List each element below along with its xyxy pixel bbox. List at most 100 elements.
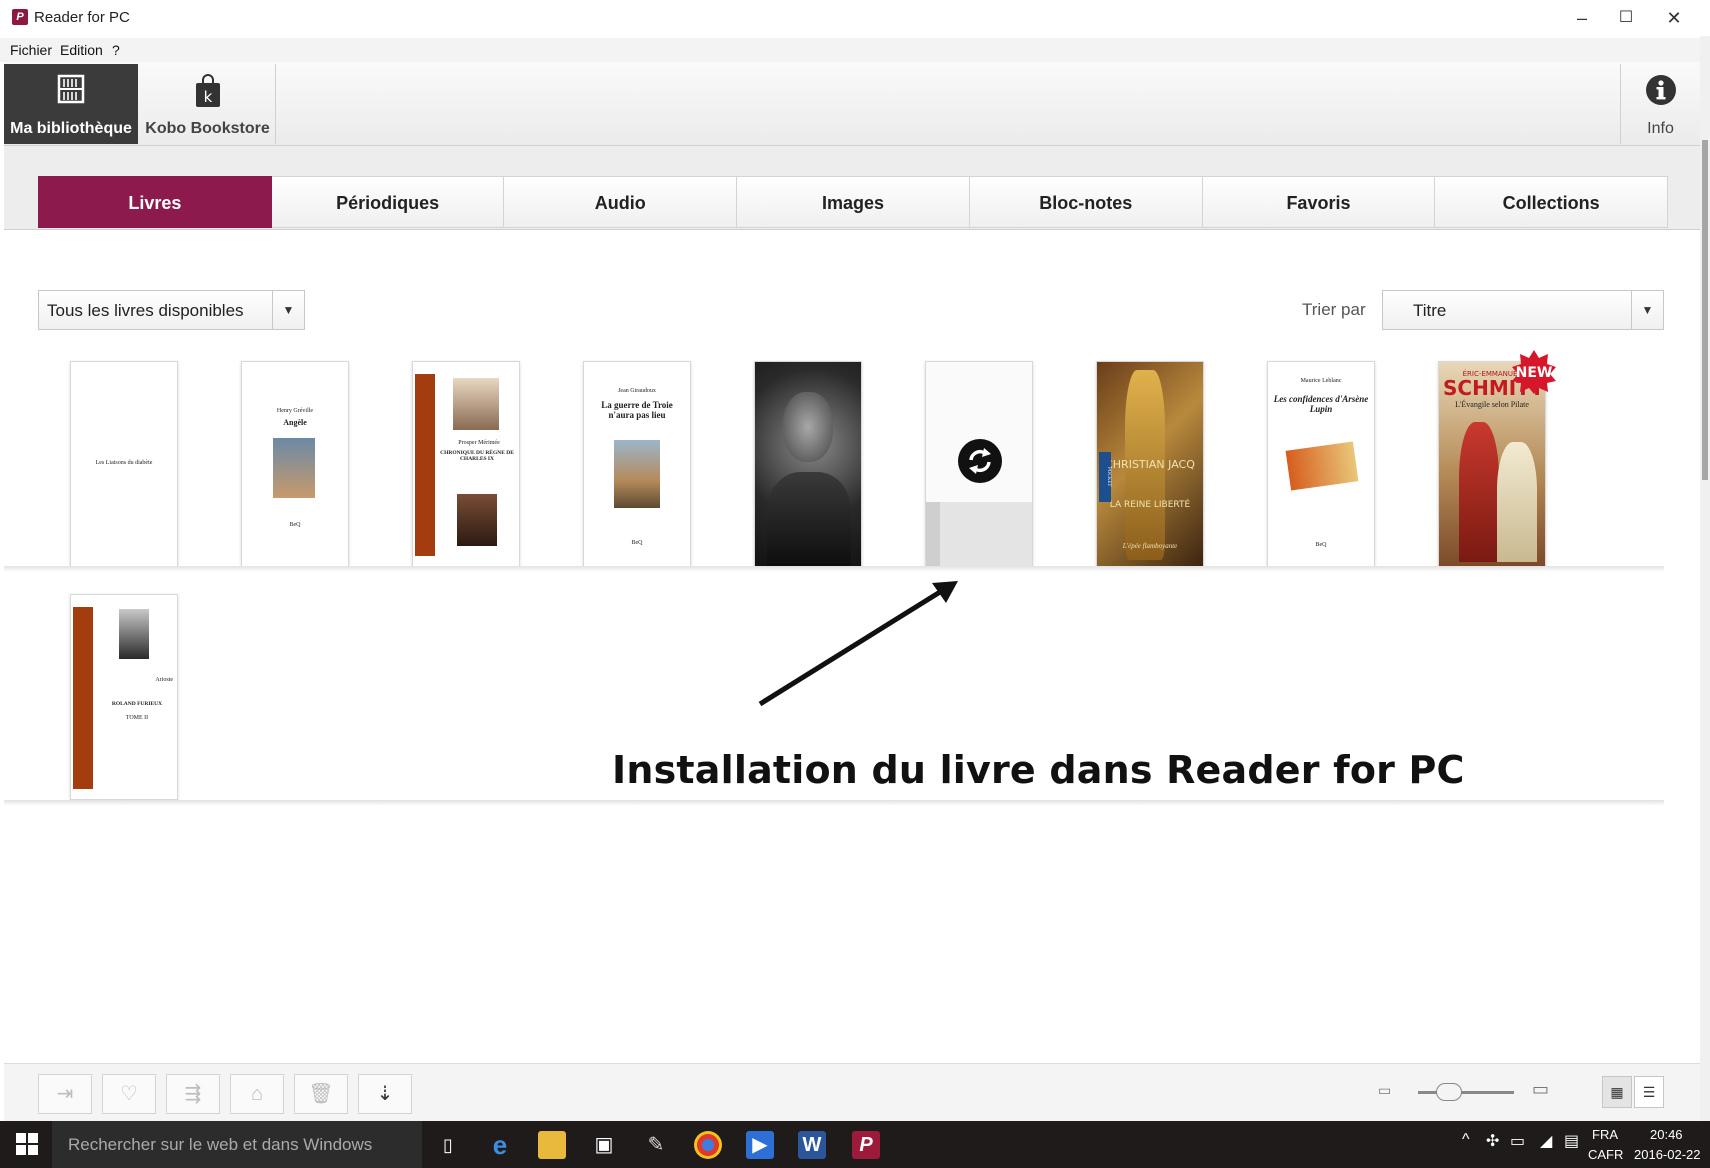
tab-images[interactable]: Images [737, 176, 970, 228]
chrome-icon[interactable] [694, 1131, 722, 1159]
cover-portrait [119, 609, 149, 659]
windows-taskbar: Rechercher sur le web et dans Windows ▯ … [0, 1121, 1710, 1168]
task-view-icon[interactable]: ▯ [434, 1131, 462, 1159]
book-cover[interactable]: CHRISTIAN JACQ LA REINE LIBERTÉ L'épée f… [1096, 361, 1204, 567]
search-placeholder: Rechercher sur le web et dans Windows [68, 1135, 373, 1154]
library-move-icon[interactable]: ⌂ [230, 1074, 284, 1114]
network-icon[interactable]: ✣ [1486, 1131, 1499, 1151]
book-author: Arioste [155, 677, 173, 683]
cover-illustration [614, 440, 660, 508]
favorite-heart-icon[interactable]: ♡ [102, 1074, 156, 1114]
chevron-down-icon[interactable]: ▼ [272, 291, 304, 329]
maximize-button[interactable]: ☐ [1604, 4, 1648, 32]
media-player-icon[interactable]: ▶ [746, 1131, 774, 1159]
menu-fichier[interactable]: Fichier [10, 42, 52, 58]
category-tabs: Livres Périodiques Audio Images Bloc-not… [38, 176, 1669, 228]
book-title: L'Évangile selon Pilate [1455, 400, 1529, 409]
region-code[interactable]: CAFR [1588, 1147, 1623, 1162]
grid-view-icon[interactable]: ▦ [1602, 1076, 1632, 1108]
sort-label: Trier par [1302, 300, 1366, 319]
info-button[interactable]: Info [1620, 64, 1700, 144]
import-icon[interactable]: ⇥ [38, 1074, 92, 1114]
zoom-slider-track[interactable] [1418, 1091, 1514, 1094]
book-publisher: BeQ [631, 540, 643, 546]
info-icon [1645, 75, 1676, 105]
store-letter: k [203, 88, 212, 106]
app-icon[interactable]: ✎ [642, 1131, 670, 1159]
tab-collections[interactable]: Collections [1435, 176, 1669, 228]
clock-date[interactable]: 2016-02-22 [1634, 1147, 1701, 1162]
zoom-large-icon: ▭ [1532, 1079, 1550, 1099]
windows-start-icon[interactable] [16, 1133, 38, 1155]
book-title: LA REINE LIBERTÉ [1109, 500, 1191, 510]
book-spine-label: POCKET [1099, 452, 1111, 502]
cover-spine [415, 374, 435, 556]
menu-edition[interactable]: Edition [60, 42, 103, 58]
taskbar-search-box[interactable]: Rechercher sur le web et dans Windows [52, 1121, 422, 1168]
scrollbar-thumb[interactable] [1702, 140, 1708, 480]
book-subtitle: L'épée flamboyante [1122, 542, 1178, 550]
file-explorer-icon[interactable] [538, 1131, 566, 1159]
book-title: CHRONIQUE DU RÈGNE DE CHARLES IX [440, 450, 514, 462]
list-view-icon[interactable]: ☰ [1634, 1076, 1664, 1108]
book-cover[interactable]: Henry Gréville Angèle BeQ [241, 361, 349, 567]
book-title: Les Liaisons du diabète [95, 460, 153, 466]
clock-time[interactable]: 20:46 [1650, 1127, 1683, 1142]
book-author: Prosper Mérimée [458, 440, 500, 446]
book-cover[interactable]: Les Liaisons du diabète [70, 361, 178, 567]
sort-value: Titre [1413, 301, 1447, 320]
book-title: La guerre de Troie n'aura pas lieu [601, 400, 673, 420]
sort-dropdown[interactable]: Titre ▼ [1382, 290, 1664, 330]
tab-periodiques[interactable]: Périodiques [271, 176, 505, 228]
book-author: CHRISTIAN JACQ [1105, 458, 1195, 471]
book-cover[interactable]: Prosper Mérimée CHRONIQUE DU RÈGNE DE CH… [412, 361, 520, 567]
book-publisher: BeQ [1315, 542, 1327, 548]
trash-icon[interactable]: 🗑 [294, 1074, 348, 1114]
book-cover[interactable]: Maurice Leblanc Les confidences d'Arsène… [1267, 361, 1375, 567]
cover-portrait [453, 378, 499, 430]
cover-illustration [273, 438, 315, 498]
minimize-button[interactable]: – [1560, 4, 1604, 32]
window-title: Reader for PC [34, 9, 130, 26]
tab-bloc-notes[interactable]: Bloc-notes [969, 176, 1203, 228]
filter-value: Tous les livres disponibles [47, 301, 244, 320]
book-cover-photo[interactable] [754, 361, 862, 567]
menu-help[interactable]: ? [112, 42, 120, 58]
tab-favoris[interactable]: Favoris [1202, 176, 1436, 228]
sort-order-icon[interactable]: ⇣ [358, 1074, 412, 1114]
library-button[interactable]: Ma bibliothèque [4, 64, 138, 144]
tray-expand-icon[interactable]: ^ [1462, 1131, 1470, 1149]
cover-figure [767, 472, 851, 566]
language-code[interactable]: FRA [1592, 1127, 1618, 1142]
info-label: Info [1647, 120, 1674, 137]
store-icon[interactable]: ▣ [590, 1131, 618, 1159]
word-icon[interactable]: W [798, 1131, 826, 1159]
shelf-divider [4, 800, 1664, 806]
new-badge-icon: NEW [1512, 350, 1556, 394]
book-filter-dropdown[interactable]: Tous les livres disponibles ▼ [38, 290, 305, 330]
book-author: Maurice Leblanc [1300, 378, 1342, 384]
reader-app-icon[interactable]: P [852, 1131, 880, 1159]
add-to-collection-icon[interactable]: ⇶ [166, 1074, 220, 1114]
notification-icon[interactable]: ▤ [1564, 1131, 1579, 1151]
battery-icon[interactable]: ▭ [1510, 1131, 1525, 1151]
book-cover[interactable]: Jean Giraudoux La guerre de Troie n'aura… [583, 361, 691, 567]
edge-browser-icon[interactable]: e [486, 1131, 514, 1159]
tab-livres[interactable]: Livres [38, 176, 272, 228]
book-tome: TOME II [125, 715, 149, 721]
chevron-down-icon[interactable]: ▼ [1631, 291, 1663, 329]
tab-audio[interactable]: Audio [504, 176, 738, 228]
zoom-slider-handle[interactable] [1436, 1083, 1462, 1101]
book-cover[interactable]: Arioste ROLAND FURIEUX TOME II [70, 594, 178, 800]
shopping-bag-icon: k [195, 74, 220, 107]
close-button[interactable]: ✕ [1652, 4, 1696, 32]
book-title: Les confidences d'Arsène Lupin [1273, 394, 1369, 414]
book-author: Jean Giraudoux [618, 388, 656, 394]
volume-icon[interactable]: ◢ [1540, 1131, 1552, 1151]
cover-portrait [783, 392, 833, 462]
book-installing[interactable] [925, 361, 1033, 567]
progress-area [926, 502, 1032, 566]
kobo-store-button[interactable]: k Kobo Bookstore [140, 64, 276, 144]
shelf-divider [4, 566, 1664, 572]
book-title: Angèle [283, 418, 307, 427]
